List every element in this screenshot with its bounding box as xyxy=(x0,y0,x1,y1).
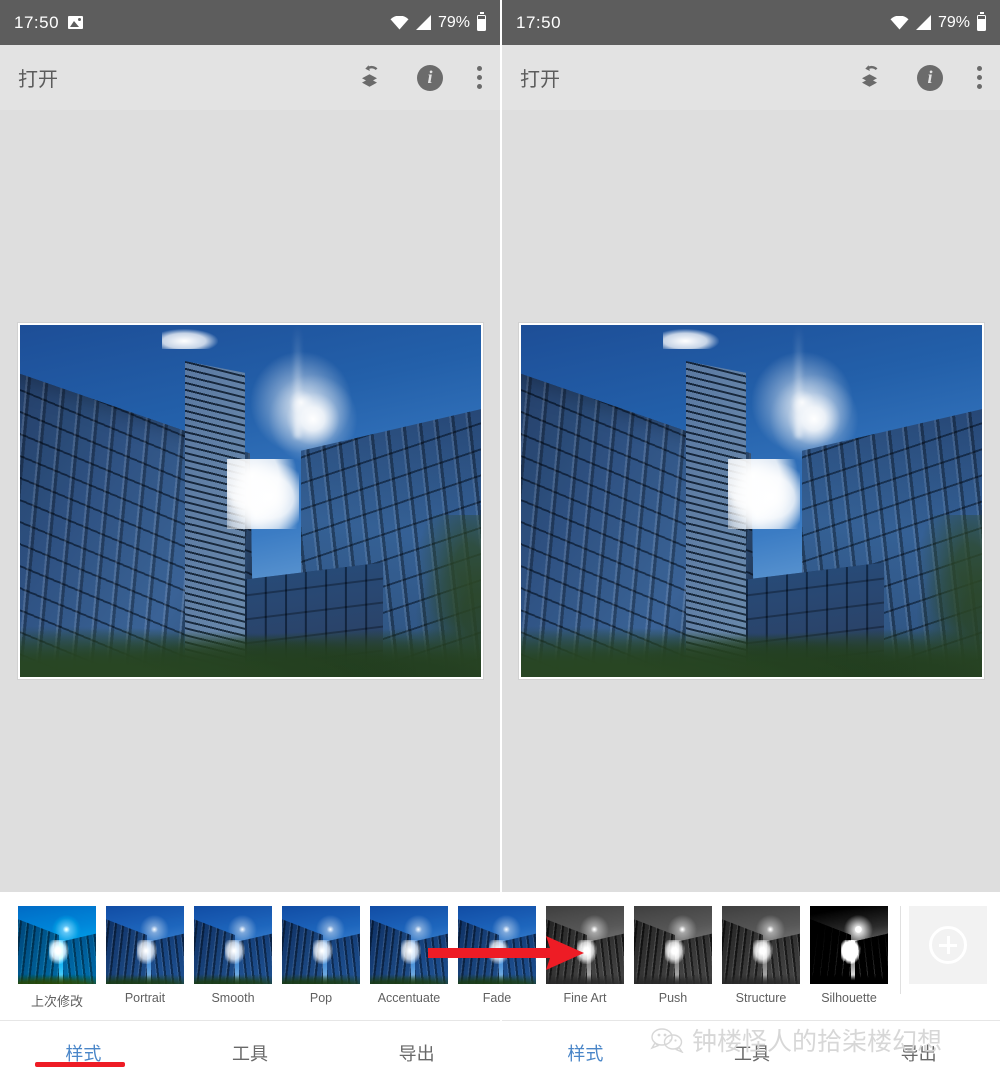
status-bar-right: 79% xyxy=(390,11,486,32)
photo-preview[interactable] xyxy=(520,325,982,677)
status-bar: 17:50 79% xyxy=(0,0,500,45)
tab-tools[interactable]: 工具 xyxy=(167,1040,334,1066)
wifi-icon xyxy=(890,15,909,30)
app-bar-title: 打开 xyxy=(520,69,560,91)
status-bar: 17:50 79% xyxy=(502,0,1000,45)
red-arrow-annotation xyxy=(428,934,588,977)
battery-percent: 79% xyxy=(437,13,470,31)
red-underline-annotation xyxy=(35,1062,125,1067)
foliage-bottom xyxy=(520,617,982,677)
app-bar: 打开 i xyxy=(0,45,500,110)
photo-frame[interactable] xyxy=(17,323,483,679)
overflow-menu-icon[interactable] xyxy=(477,66,482,89)
preset-label: Portrait xyxy=(124,991,166,1005)
undo-stack-icon[interactable] xyxy=(356,64,383,91)
overflow-menu-icon[interactable] xyxy=(977,66,982,89)
preset-label: Smooth xyxy=(211,991,255,1005)
preset-item[interactable]: 上次修改 xyxy=(18,906,96,1010)
preset-thumb-image xyxy=(810,906,888,984)
preset-item[interactable]: Portrait xyxy=(106,906,184,1005)
preset-label: Silhouette xyxy=(821,991,877,1005)
preset-label: Structure xyxy=(735,991,787,1005)
preset-thumb-image xyxy=(722,906,800,984)
add-preset-button[interactable] xyxy=(909,906,987,984)
status-bar-right: 79% xyxy=(890,11,986,32)
preset-thumb-image xyxy=(634,906,712,984)
preset-label: 上次修改 xyxy=(30,994,83,1009)
cloud-upper xyxy=(162,328,219,349)
preset-item[interactable]: Pop xyxy=(282,906,360,1005)
preset-label: Accentuate xyxy=(377,991,441,1005)
preset-thumbnail[interactable] xyxy=(282,906,360,984)
preset-item[interactable]: Push xyxy=(634,906,712,1005)
tab-styles[interactable]: 样式 xyxy=(502,1040,669,1066)
preset-thumbnail[interactable] xyxy=(194,906,272,984)
photo-frame[interactable] xyxy=(518,323,984,679)
filmstrip-divider xyxy=(900,906,901,994)
status-bar-left: 17:50 xyxy=(516,13,561,33)
preset-thumbnail[interactable] xyxy=(722,906,800,984)
preset-label: Fade xyxy=(482,991,512,1005)
info-icon[interactable]: i xyxy=(917,64,943,91)
cell-signal-icon xyxy=(415,15,431,30)
preset-thumbnail[interactable] xyxy=(18,906,96,984)
foliage-bottom xyxy=(19,617,481,677)
preset-thumb-image xyxy=(18,906,96,984)
bottom-tab-bar-left: 样式 工具 导出 xyxy=(0,1020,500,1084)
preset-thumb-image xyxy=(194,906,272,984)
preset-thumbnail[interactable] xyxy=(634,906,712,984)
preset-item[interactable]: Smooth xyxy=(194,906,272,1005)
wifi-icon xyxy=(390,15,409,30)
battery-percent: 79% xyxy=(937,13,970,31)
plus-circle-icon xyxy=(929,926,967,964)
editor-canvas[interactable] xyxy=(502,110,1000,892)
preset-label: Pop xyxy=(309,991,333,1005)
preset-thumbnail[interactable] xyxy=(106,906,184,984)
preset-thumb-image xyxy=(282,906,360,984)
photo-icon xyxy=(68,16,84,29)
status-bar-left: 17:50 xyxy=(14,12,84,33)
cloud-upper xyxy=(663,328,720,349)
undo-stack-icon[interactable] xyxy=(856,64,883,91)
preset-label: Fine Art xyxy=(563,991,607,1005)
preset-label: Push xyxy=(658,991,688,1005)
watermark: 钟楼怪人的拾柒楼幻想 xyxy=(650,1022,942,1058)
preset-thumbnail[interactable] xyxy=(810,906,888,984)
battery-icon xyxy=(477,11,486,31)
preset-thumb-image xyxy=(106,906,184,984)
status-time: 17:50 xyxy=(516,12,562,32)
app-bar-actions: i xyxy=(856,64,982,91)
info-icon[interactable]: i xyxy=(417,64,443,91)
photo-preview[interactable] xyxy=(19,325,481,677)
cloud-center xyxy=(727,458,800,529)
preset-item[interactable]: Structure xyxy=(722,906,800,1005)
app-bar-title: 打开 xyxy=(18,69,58,91)
wechat-icon xyxy=(650,1027,684,1054)
cell-signal-icon xyxy=(915,15,931,30)
preset-item[interactable]: Silhouette xyxy=(810,906,888,1005)
tab-export[interactable]: 导出 xyxy=(333,1040,500,1066)
cloud-center xyxy=(226,458,299,529)
watermark-text: 钟楼怪人的拾柒楼幻想 xyxy=(692,1027,943,1056)
status-time: 17:50 xyxy=(14,12,60,32)
app-bar: 打开 i xyxy=(502,45,1000,110)
battery-icon xyxy=(977,11,986,31)
editor-canvas[interactable] xyxy=(0,110,500,892)
app-bar-actions: i xyxy=(356,64,482,91)
